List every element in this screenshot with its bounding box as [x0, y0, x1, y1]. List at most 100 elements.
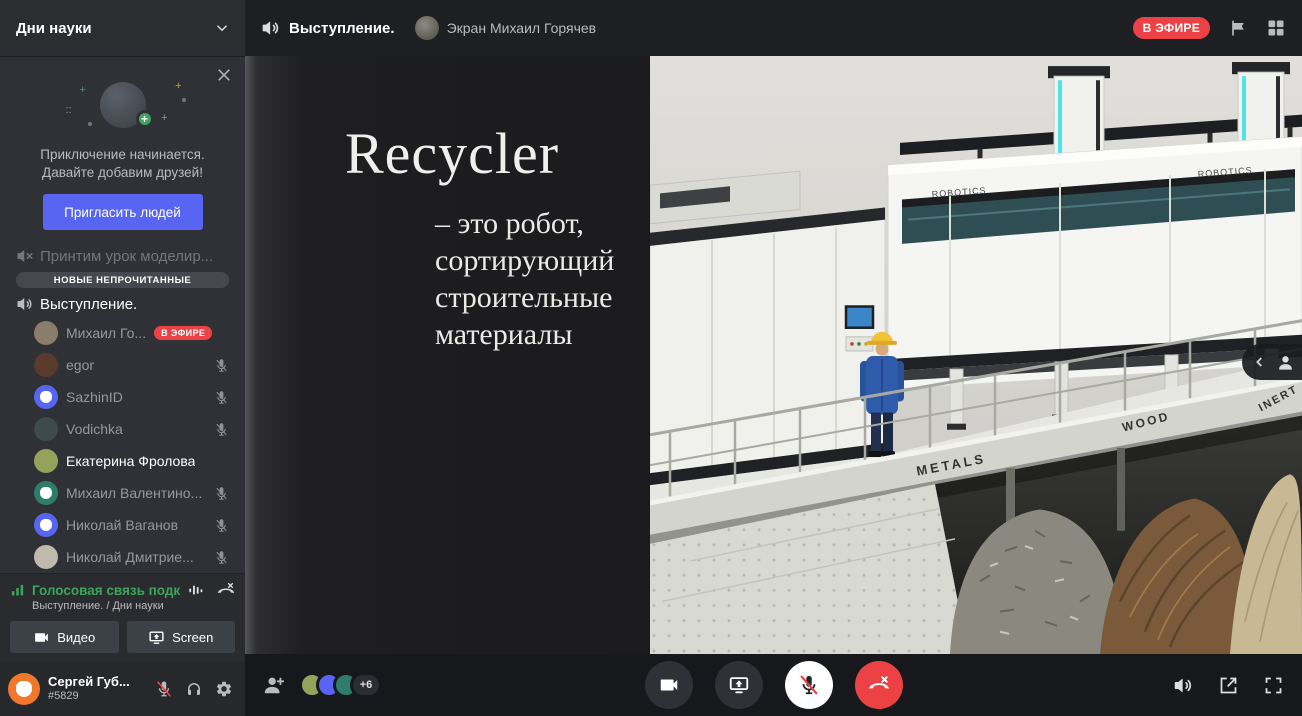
- speaker-icon: [261, 18, 281, 38]
- camera-icon: [658, 674, 680, 696]
- add-friend-badge-icon: +: [136, 110, 154, 128]
- add-friend-icon[interactable]: [263, 674, 285, 696]
- live-badge: В ЭФИРЕ: [1133, 17, 1210, 39]
- channel-list: + :: + + + Приключение начинается. Давай…: [0, 56, 245, 573]
- discord-app: Дни науки + :: + + +: [0, 0, 1302, 716]
- member-avatar: [34, 385, 58, 409]
- disconnect-button[interactable]: [855, 661, 903, 709]
- member-name: Михаил Го...: [66, 325, 146, 341]
- deafen-button[interactable]: [179, 674, 209, 704]
- server-name: Дни науки: [16, 20, 92, 37]
- popout-icon[interactable]: [1218, 675, 1239, 696]
- screen-share-button[interactable]: Screen: [127, 621, 236, 653]
- volume-icon[interactable]: [1173, 675, 1194, 696]
- member-name: Михаил Валентино...: [66, 485, 202, 501]
- stream-title-group[interactable]: Экран Михаил Горячев: [415, 16, 597, 40]
- stream-title: Экран Михаил Горячев: [447, 20, 597, 36]
- screen-share-icon: [148, 629, 165, 646]
- mic-muted-icon: [155, 680, 173, 698]
- channel-name: Принтим урок моделир...: [40, 248, 213, 265]
- screen-share-icon: [728, 674, 750, 696]
- member-avatar: [34, 353, 58, 377]
- voice-location: Выступление. / Дни науки: [32, 600, 235, 612]
- fullscreen-icon[interactable]: [1263, 675, 1284, 696]
- member-row[interactable]: SazhinID: [0, 381, 245, 413]
- speaker-icon: [16, 295, 34, 313]
- member-name: Екатерина Фролова: [66, 453, 195, 469]
- main-area: Выступление. Экран Михаил Горячев В ЭФИР…: [245, 0, 1302, 716]
- members-icon: [1276, 353, 1295, 372]
- recycler-facility-photo: ROBOTICS ROBOTICS: [650, 56, 1302, 654]
- participant-avatars[interactable]: +6: [299, 672, 382, 698]
- member-avatar: [34, 417, 58, 441]
- stream-photo: ROBOTICS ROBOTICS: [650, 56, 1302, 654]
- user-info[interactable]: Сергей Губ... #5829: [48, 675, 141, 703]
- stream-viewport[interactable]: Recycler – это робот, сортирующий строит…: [245, 56, 1302, 654]
- member-avatar: [34, 481, 58, 505]
- members-toggle-button[interactable]: [1242, 344, 1302, 380]
- mic-muted-icon: [214, 550, 229, 565]
- user-bar: Сергей Губ... #5829: [0, 662, 245, 716]
- server-header[interactable]: Дни науки: [0, 0, 245, 56]
- camera-icon: [33, 629, 50, 646]
- mute-button[interactable]: [785, 661, 833, 709]
- member-name: Николай Дмитрие...: [66, 549, 194, 565]
- promo-text-line1: Приключение начинается.: [18, 146, 227, 164]
- unread-divider: НОВЫЕ НЕПРОЧИТАННЫЕ: [16, 272, 229, 288]
- noise-suppression-icon[interactable]: [187, 581, 205, 599]
- promo-text: Приключение начинается. Давайте добавим …: [18, 146, 227, 182]
- invite-people-button[interactable]: Пригласить людей: [43, 194, 203, 230]
- member-list: Михаил Го... В ЭФИРЕ egor SazhinID Vodichka Е…: [0, 317, 245, 573]
- channel-item-previous[interactable]: Принтим урок моделир...: [8, 244, 237, 268]
- shared-screen-slide: Recycler – это робот, сортирующий строит…: [245, 56, 1302, 654]
- settings-button[interactable]: [209, 674, 239, 704]
- member-avatar: [34, 321, 58, 345]
- member-avatar: [34, 545, 58, 569]
- mic-muted-icon: [214, 422, 229, 437]
- chevron-down-icon: [213, 19, 231, 37]
- close-icon[interactable]: [215, 66, 233, 84]
- connection-signal-icon: [10, 583, 25, 598]
- channel-name: Выступление.: [40, 296, 137, 313]
- member-row[interactable]: Николай Дмитрие...: [0, 541, 245, 573]
- gear-icon: [215, 680, 233, 698]
- chevron-left-icon: [1252, 354, 1268, 370]
- voice-status-panel: Голосовая связь подключена Выступление. …: [0, 573, 245, 662]
- slide-title: Recycler: [345, 120, 650, 187]
- mic-muted-icon: [214, 486, 229, 501]
- disconnect-icon[interactable]: [217, 581, 235, 599]
- mic-muted-icon: [214, 358, 229, 373]
- grid-icon[interactable]: [1266, 18, 1286, 38]
- promo-text-line2: Давайте добавим друзей!: [18, 164, 227, 182]
- member-name: Vodichka: [66, 421, 123, 437]
- member-row[interactable]: Екатерина Фролова: [0, 445, 245, 477]
- member-row[interactable]: Николай Ваганов: [0, 509, 245, 541]
- voice-connection-status: Голосовая связь подключена: [32, 583, 180, 598]
- camera-button[interactable]: [645, 661, 693, 709]
- friends-illustration: + :: + + +: [58, 78, 188, 138]
- mute-button[interactable]: [149, 674, 179, 704]
- member-row[interactable]: Михаил Валентино...: [0, 477, 245, 509]
- streamer-avatar: [415, 16, 439, 40]
- screen-share-button[interactable]: [715, 661, 763, 709]
- slide-body: – это робот, сортирующий строительные ма…: [435, 205, 650, 353]
- channel-item-voice[interactable]: Выступление.: [8, 292, 237, 316]
- screen-button-label: Screen: [172, 630, 213, 645]
- invite-promo-card: + :: + + + Приключение начинается. Давай…: [10, 64, 235, 238]
- member-row[interactable]: Vodichka: [0, 413, 245, 445]
- user-tag: #5829: [48, 689, 141, 703]
- member-name: egor: [66, 357, 94, 373]
- user-avatar[interactable]: [8, 673, 40, 705]
- member-row[interactable]: egor: [0, 349, 245, 381]
- user-name: Сергей Губ...: [48, 675, 141, 689]
- member-row[interactable]: Михаил Го... В ЭФИРЕ: [0, 317, 245, 349]
- call-control-bar: +6: [245, 654, 1302, 716]
- flag-icon[interactable]: [1228, 18, 1248, 38]
- mic-muted-icon: [798, 674, 820, 696]
- video-button[interactable]: Видео: [10, 621, 119, 653]
- more-participants-badge: +6: [350, 672, 382, 698]
- speaker-muted-icon: [16, 247, 34, 265]
- live-badge: В ЭФИРЕ: [154, 326, 212, 340]
- topbar-channel: Выступление.: [261, 18, 395, 38]
- slide-text-panel: Recycler – это робот, сортирующий строит…: [245, 56, 650, 654]
